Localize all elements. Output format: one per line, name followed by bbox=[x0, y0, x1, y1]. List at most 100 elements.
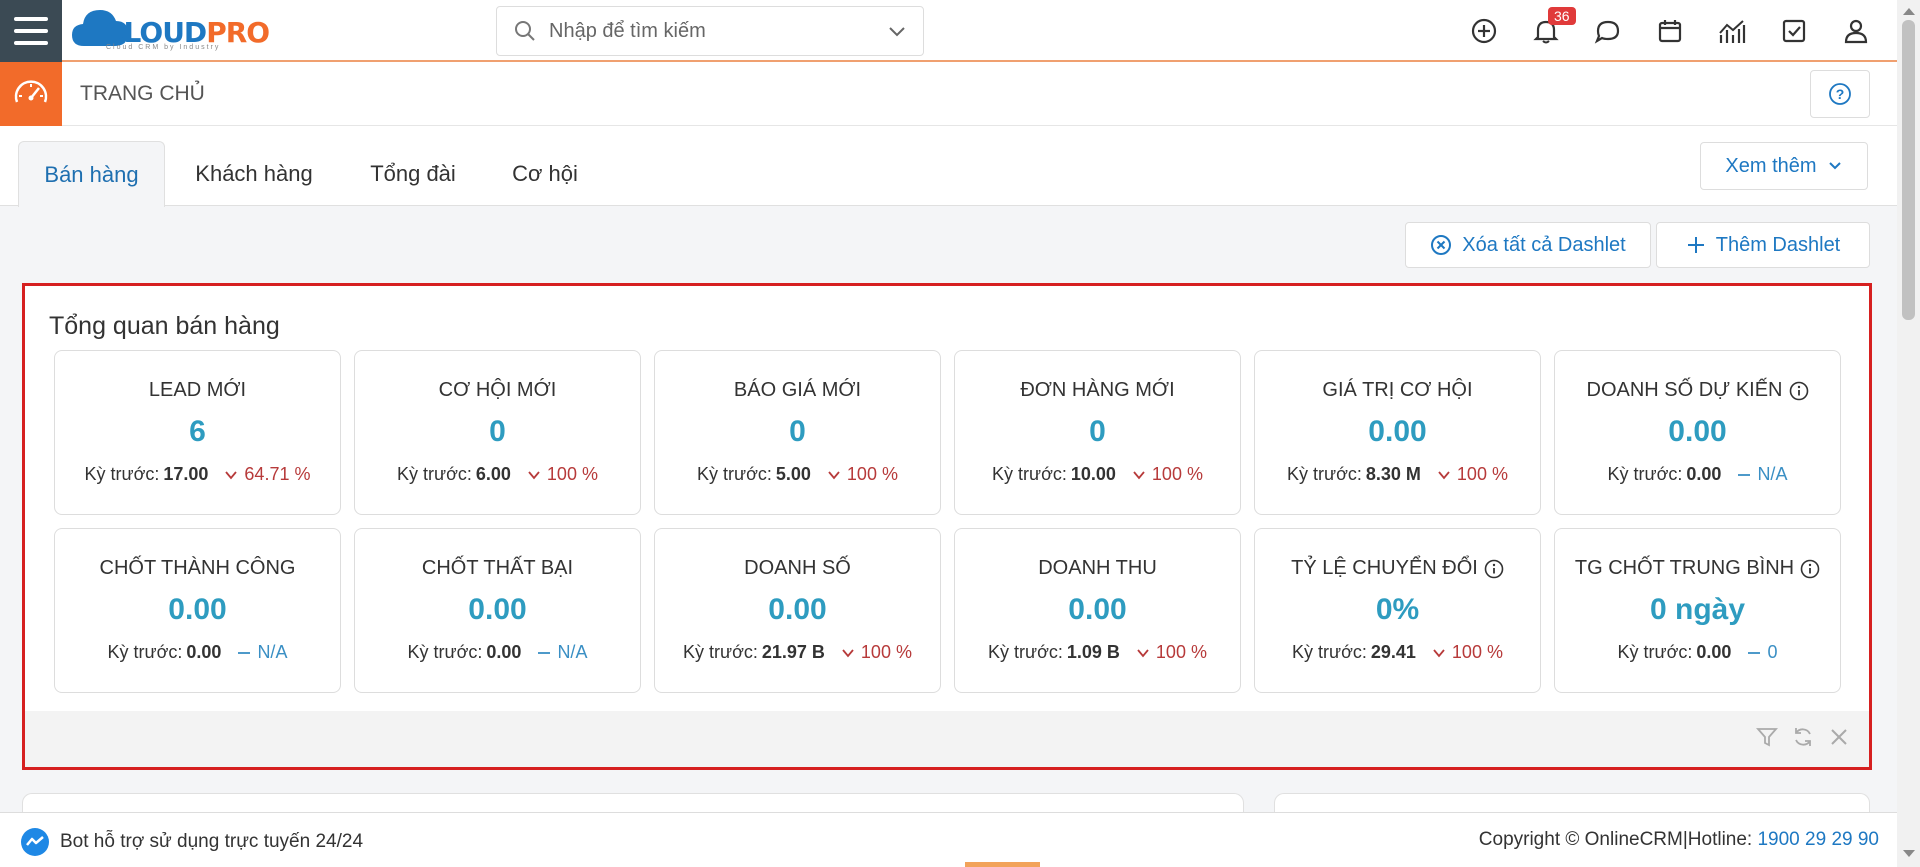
add-dashlet-button[interactable]: Thêm Dashlet bbox=[1656, 222, 1870, 268]
kpi-label: BÁO GIÁ MỚI bbox=[655, 379, 940, 402]
tab-khach-hang[interactable]: Khách hàng bbox=[180, 141, 328, 207]
scrollbar[interactable] bbox=[1897, 0, 1920, 867]
kpi-change-value: 100 % bbox=[1451, 642, 1503, 662]
scroll-up-icon[interactable] bbox=[1903, 8, 1915, 15]
kpi-previous-period: Kỳ trước: 1.09 B 100 % bbox=[955, 642, 1240, 663]
kpi-change: 100 % bbox=[841, 642, 912, 663]
kpi-label-text: LEAD MỚI bbox=[148, 379, 247, 401]
tab-tong-dai[interactable]: Tổng đài bbox=[350, 141, 476, 207]
task-check-icon[interactable] bbox=[1776, 13, 1812, 49]
logo-tagline: Cloud CRM by Industry bbox=[106, 44, 221, 51]
tabs-bar: Bán hàng Khách hàng Tổng đài Cơ hội Xem … bbox=[0, 126, 1897, 207]
chat-icon[interactable] bbox=[1590, 13, 1626, 49]
previous-period-value: 17.00 bbox=[163, 464, 209, 484]
kpi-label-text: CHỐT THẤT BẠI bbox=[421, 557, 574, 579]
kpi-card[interactable]: BÁO GIÁ MỚI 0 Kỳ trước: 5.00 100 % bbox=[654, 350, 941, 515]
kpi-card[interactable]: CHỐT THẤT BẠI 0.00 Kỳ trước: 0.00 N/A bbox=[354, 528, 641, 693]
info-icon[interactable] bbox=[1484, 559, 1504, 579]
kpi-value: 0.00 bbox=[768, 593, 827, 626]
more-tabs-label: Xem thêm bbox=[1725, 154, 1817, 177]
kpi-change-value: 100 % bbox=[860, 642, 912, 662]
bell-icon[interactable]: 36 bbox=[1528, 7, 1576, 49]
previous-period-value: 0.00 bbox=[186, 642, 222, 662]
kpi-card[interactable]: TỶ LỆ CHUYỂN ĐỔI 0% Kỳ trước: 29.41 100 % bbox=[1254, 528, 1541, 693]
kpi-label-text: BÁO GIÁ MỚI bbox=[733, 379, 862, 401]
help-button[interactable]: ? bbox=[1810, 70, 1870, 118]
scroll-down-icon[interactable] bbox=[1903, 850, 1915, 857]
kpi-previous-period: Kỳ trước: 0.00 N/A bbox=[1555, 464, 1840, 485]
logo[interactable]: CLOUDPRO Cloud CRM by Industry bbox=[70, 4, 300, 54]
previous-period-value: 6.00 bbox=[475, 464, 511, 484]
kpi-card[interactable]: DOANH THU 0.00 Kỳ trước: 1.09 B 100 % bbox=[954, 528, 1241, 693]
kpi-card[interactable]: DOANH SỐ DỰ KIẾN 0.00 Kỳ trước: 0.00 N/A bbox=[1554, 350, 1841, 515]
previous-period-value: 0.00 bbox=[486, 642, 522, 662]
kpi-label: DOANH SỐ DỰ KIẾN bbox=[1555, 379, 1840, 402]
kpi-change-value: N/A bbox=[1757, 464, 1788, 484]
help-icon: ? bbox=[1829, 83, 1851, 105]
filter-icon[interactable] bbox=[1755, 725, 1779, 749]
kpi-card[interactable]: DOANH SỐ 0.00 Kỳ trước: 21.97 B 100 % bbox=[654, 528, 941, 693]
tab-ban-hang[interactable]: Bán hàng bbox=[18, 141, 165, 207]
kpi-value: 0 bbox=[789, 415, 806, 448]
top-bar: CLOUDPRO Cloud CRM by Industry 36 bbox=[0, 0, 1897, 62]
kpi-change: 0 bbox=[1747, 642, 1777, 663]
kpi-change-value: 100 % bbox=[546, 464, 598, 484]
kpi-previous-period: Kỳ trước: 0.00 N/A bbox=[355, 642, 640, 663]
kpi-change-value: 100 % bbox=[846, 464, 898, 484]
kpi-label-text: ĐƠN HÀNG MỚI bbox=[1020, 379, 1175, 401]
info-icon[interactable] bbox=[1789, 381, 1809, 401]
close-circle-icon bbox=[1431, 235, 1452, 255]
kpi-card[interactable]: CHỐT THÀNH CÔNG 0.00 Kỳ trước: 0.00 N/A bbox=[54, 528, 341, 693]
kpi-card[interactable]: GIÁ TRỊ CƠ HỘI 0.00 Kỳ trước: 8.30 M 100 % bbox=[1254, 350, 1541, 515]
more-tabs-button[interactable]: Xem thêm bbox=[1700, 142, 1868, 190]
kpi-change-value: 100 % bbox=[1155, 642, 1207, 662]
previous-period-value: 10.00 bbox=[1070, 464, 1116, 484]
kpi-grid: LEAD MỚI 6 Kỳ trước: 17.00 64.71 % CƠ HỘI MỚI… bbox=[54, 350, 1846, 693]
chevron-down-icon bbox=[1438, 470, 1450, 479]
copyright: Copyright © OnlineCRM|Hotline: 1900 29 2… bbox=[1479, 829, 1879, 851]
kpi-value: 0.00 bbox=[468, 593, 527, 626]
previous-period-label: Kỳ trước: bbox=[697, 464, 772, 484]
kpi-card[interactable]: ĐƠN HÀNG MỚI 0 Kỳ trước: 10.00 100 % bbox=[954, 350, 1241, 515]
chevron-down-icon[interactable] bbox=[887, 21, 907, 41]
previous-period-value: 0.00 bbox=[1686, 464, 1722, 484]
info-icon[interactable] bbox=[1800, 559, 1820, 579]
kpi-change: 100 % bbox=[527, 464, 598, 485]
footer-accent-bar bbox=[965, 862, 1040, 867]
kpi-card[interactable]: TG CHỐT TRUNG BÌNH 0 ngày Kỳ trước: 0.00 0 bbox=[1554, 528, 1841, 693]
tab-co-hoi[interactable]: Cơ hội bbox=[500, 141, 590, 207]
add-icon[interactable] bbox=[1466, 13, 1502, 49]
hamburger-menu-button[interactable] bbox=[0, 0, 62, 62]
kpi-label: CHỐT THÀNH CÔNG bbox=[55, 557, 340, 580]
close-icon[interactable] bbox=[1827, 725, 1851, 749]
refresh-icon[interactable] bbox=[1791, 725, 1815, 749]
kpi-previous-period: Kỳ trước: 6.00 100 % bbox=[355, 464, 640, 485]
kpi-label: TG CHỐT TRUNG BÌNH bbox=[1555, 557, 1840, 580]
kpi-value: 0.00 bbox=[168, 593, 227, 626]
kpi-label-text: GIÁ TRỊ CƠ HỘI bbox=[1322, 379, 1473, 401]
kpi-card[interactable]: LEAD MỚI 6 Kỳ trước: 17.00 64.71 % bbox=[54, 350, 341, 515]
search-input[interactable] bbox=[549, 19, 887, 43]
calendar-icon[interactable] bbox=[1652, 13, 1688, 49]
scrollbar-thumb[interactable] bbox=[1902, 20, 1915, 320]
previous-period-label: Kỳ trước: bbox=[1287, 464, 1362, 484]
hotline-link[interactable]: 1900 29 29 90 bbox=[1757, 829, 1879, 850]
support-bot-link[interactable]: Bot hỗ trợ sử dụng trực tuyến 24/24 bbox=[20, 827, 363, 857]
copyright-text: Copyright © OnlineCRM|Hotline: bbox=[1478, 829, 1753, 850]
kpi-value: 0.00 bbox=[1668, 415, 1727, 448]
search-box[interactable] bbox=[496, 6, 924, 56]
kpi-previous-period: Kỳ trước: 5.00 100 % bbox=[655, 464, 940, 485]
previous-period-label: Kỳ trước: bbox=[683, 642, 758, 662]
kpi-card[interactable]: CƠ HỘI MỚI 0 Kỳ trước: 6.00 100 % bbox=[354, 350, 641, 515]
user-icon[interactable] bbox=[1838, 13, 1874, 49]
kpi-value: 0% bbox=[1375, 593, 1420, 626]
dashlet-footer bbox=[25, 711, 1869, 767]
kpi-change: N/A bbox=[1737, 464, 1787, 485]
clear-all-dashlets-button[interactable]: Xóa tất cả Dashlet bbox=[1405, 222, 1651, 268]
kpi-label: TỶ LỆ CHUYỂN ĐỔI bbox=[1255, 557, 1540, 580]
notification-badge: 36 bbox=[1548, 7, 1576, 25]
kpi-change: 64.71 % bbox=[224, 464, 310, 485]
previous-period-label: Kỳ trước: bbox=[1617, 642, 1693, 662]
chart-icon[interactable] bbox=[1714, 13, 1750, 49]
kpi-label: GIÁ TRỊ CƠ HỘI bbox=[1255, 379, 1540, 402]
